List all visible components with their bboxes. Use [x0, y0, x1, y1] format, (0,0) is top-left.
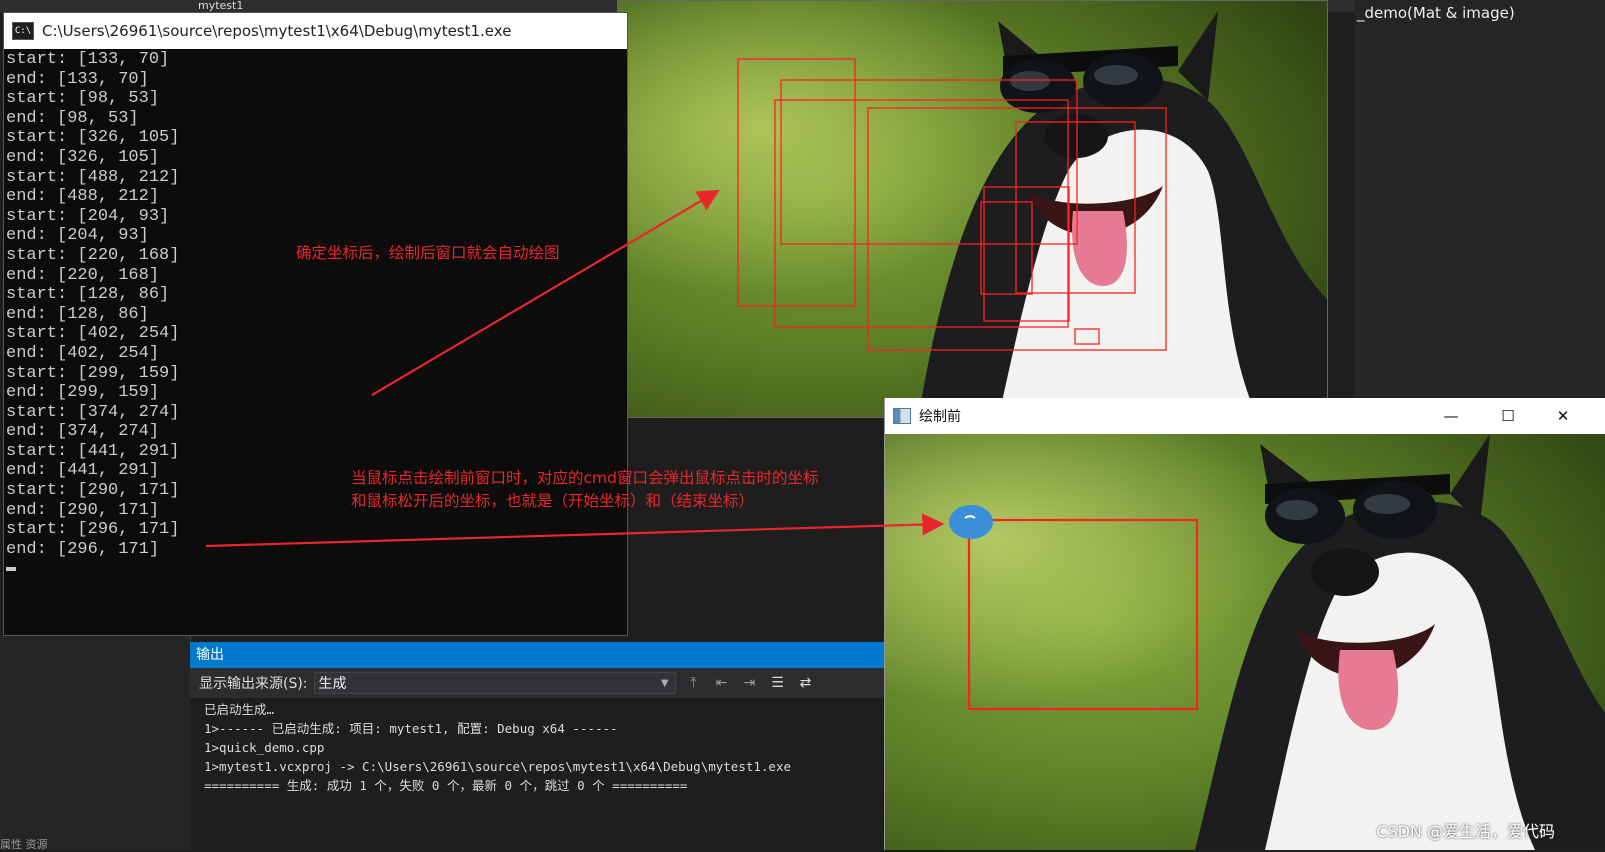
annotation-arrows	[205, 189, 945, 548]
arrow-to-after-window	[371, 189, 720, 396]
arrow-to-before-window	[205, 513, 945, 548]
